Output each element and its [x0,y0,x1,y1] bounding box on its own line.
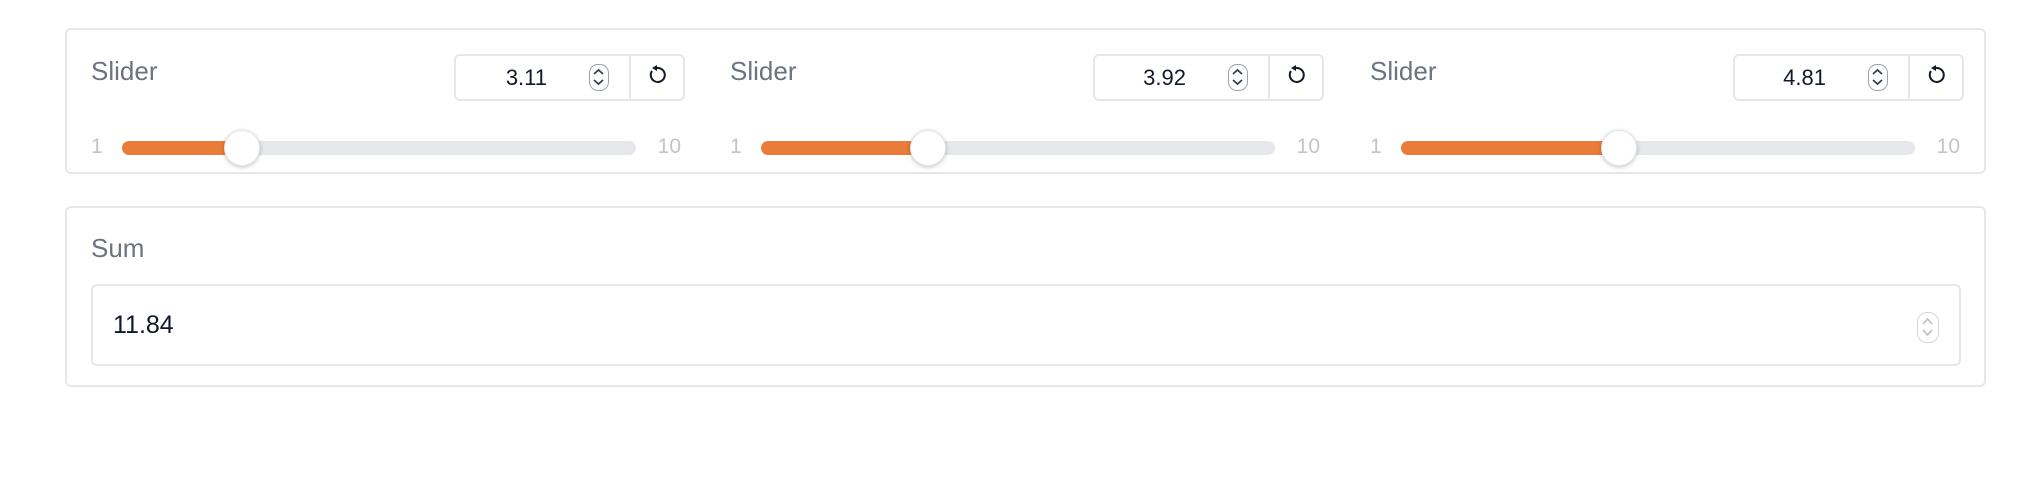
slider-3-max-label: 10 [1936,135,1960,158]
sum-label: Sum [91,233,145,263]
slider-3-fill [1401,141,1619,155]
slider-2-track[interactable] [761,130,1275,166]
slider-2-fill [761,141,928,155]
spinner-arrows-icon[interactable] [589,64,609,91]
spinner-arrows-icon[interactable] [1868,64,1888,91]
slider-2-label: Slider [730,56,797,86]
slider-1-thumb[interactable] [224,130,261,166]
slider-3-number-box: 4.81 [1733,54,1964,101]
slider-3-track[interactable] [1401,130,1915,166]
slider-1: Slider 3.11 1 10 [91,30,685,176]
slider-1-number-box: 3.11 [454,54,685,101]
slider-1-max-label: 10 [657,135,681,158]
slider-1-reset-button[interactable] [631,56,683,99]
slider-2-value: 3.92 [1143,64,1186,90]
slider-2-thumb[interactable] [909,130,946,166]
sum-panel: Sum 11.84 [65,206,1986,387]
spinner-arrows-icon[interactable] [1917,312,1939,343]
slider-1-label: Slider [91,56,158,86]
slider-1-min-label: 1 [91,135,103,158]
slider-2-number-box: 3.92 [1093,54,1324,101]
slider-3-track-row: 1 10 [1370,130,1964,166]
slider-3-number-input[interactable]: 4.81 [1735,56,1910,99]
slider-2-reset-button[interactable] [1270,56,1322,99]
slider-2-number-input[interactable]: 3.92 [1095,56,1270,99]
sum-number-input[interactable]: 11.84 [91,284,1961,366]
reset-icon [646,64,668,91]
spinner-arrows-icon[interactable] [1228,64,1248,91]
reset-icon [1285,64,1307,91]
slider-1-number-input[interactable]: 3.11 [456,56,631,99]
sum-value: 11.84 [113,310,174,339]
slider-1-track-row: 1 10 [91,130,685,166]
slider-3: Slider 4.81 1 10 [1370,30,1964,176]
slider-3-min-label: 1 [1370,135,1382,158]
reset-icon [1925,64,1947,91]
sliders-panel: Slider 3.11 1 10 Slider 3.92 1 10 Slider… [65,28,1986,174]
slider-2-min-label: 1 [730,135,742,158]
slider-3-value: 4.81 [1783,64,1826,90]
slider-3-reset-button[interactable] [1910,56,1962,99]
slider-2-track-row: 1 10 [730,130,1324,166]
slider-3-label: Slider [1370,56,1437,86]
slider-2: Slider 3.92 1 10 [730,30,1324,176]
slider-1-track[interactable] [122,130,636,166]
slider-2-max-label: 10 [1296,135,1320,158]
slider-3-thumb[interactable] [1600,130,1637,166]
slider-1-value: 3.11 [505,64,547,90]
